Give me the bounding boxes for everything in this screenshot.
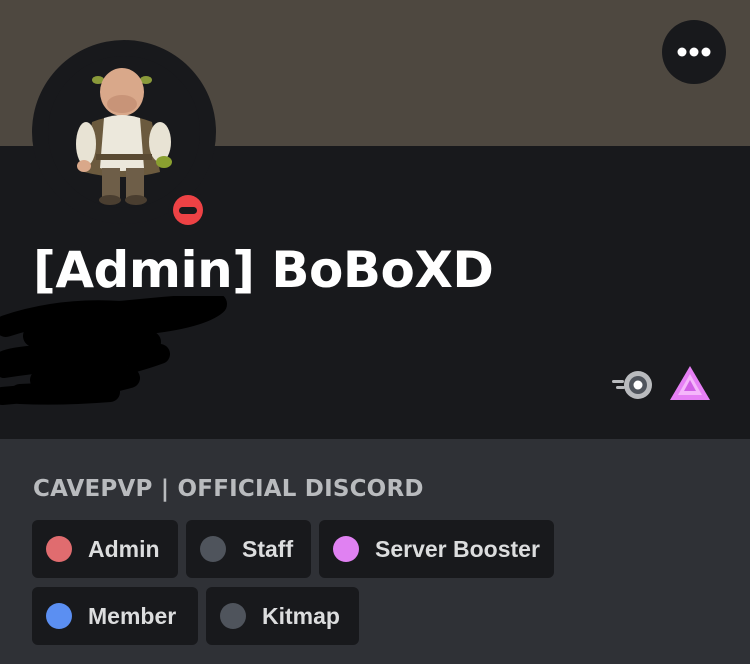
role-staff[interactable]: Staff	[186, 520, 311, 578]
nitro-icon[interactable]	[612, 368, 656, 402]
role-label: Server Booster	[375, 535, 540, 562]
role-label: Admin	[88, 535, 160, 562]
role-member[interactable]: Member	[32, 587, 198, 645]
redaction-scribble	[0, 296, 227, 405]
server-boost-icon[interactable]	[668, 364, 712, 404]
role-color-dot	[220, 603, 246, 629]
do-not-disturb-icon	[173, 195, 203, 225]
role-kitmap[interactable]: Kitmap	[206, 587, 359, 645]
status-indicator	[168, 190, 208, 230]
role-label: Member	[88, 602, 177, 629]
more-options-button[interactable]	[662, 20, 726, 84]
role-server-booster[interactable]: Server Booster	[319, 520, 554, 578]
role-admin[interactable]: Admin	[32, 520, 178, 578]
role-color-dot	[333, 536, 359, 562]
server-name: CAVEPVP | OFFICIAL DISCORD	[33, 476, 424, 502]
role-color-dot	[46, 603, 72, 629]
role-color-dot	[200, 536, 226, 562]
role-color-dot	[46, 536, 72, 562]
display-name: [Admin] BoBoXD	[33, 241, 494, 299]
role-label: Kitmap	[262, 602, 340, 629]
avatar[interactable]	[48, 56, 200, 208]
avatar-image	[48, 56, 200, 208]
role-label: Staff	[242, 535, 294, 562]
ellipsis-icon	[677, 47, 711, 57]
